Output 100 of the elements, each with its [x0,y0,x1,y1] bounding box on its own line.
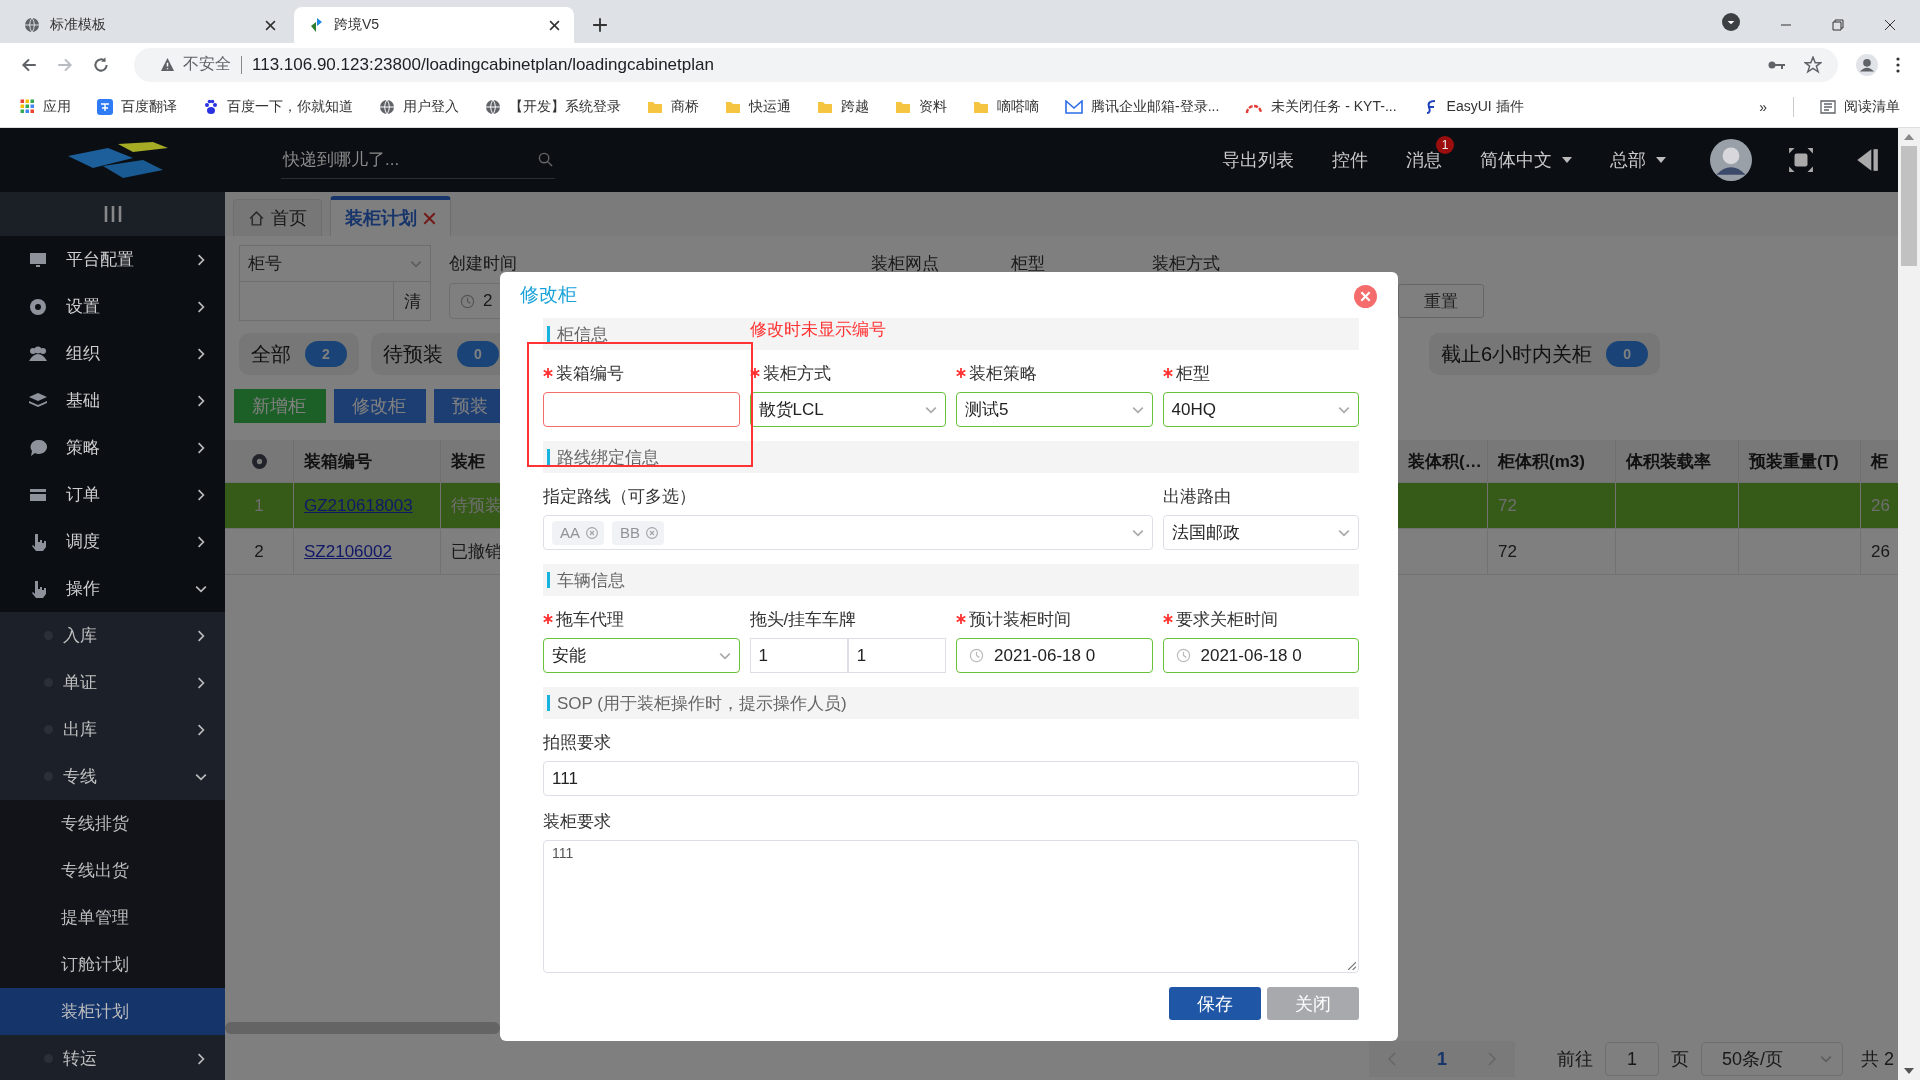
bookmark[interactable]: 商桥 [647,97,699,116]
menu-item[interactable]: 专线出货 [0,847,225,894]
input-field[interactable]: 111 [543,761,1359,796]
menu-item[interactable]: 单证 [0,659,225,706]
bookmark[interactable]: 嘀嗒嘀 [973,97,1039,116]
bookmark[interactable]: 跨越 [817,97,869,116]
menu-item[interactable]: 组织 [0,330,225,377]
restore-icon[interactable] [1832,19,1844,31]
field-label: 拍照要求 [543,731,611,754]
bookmark[interactable]: 【开发】系统登录 [485,97,621,116]
menu-item[interactable]: 专线排货 [0,800,225,847]
status-tab[interactable]: 全部 2 [239,333,359,375]
total-count: 共 2 [1861,1048,1894,1071]
filter-label: 柜型 [1011,252,1046,275]
menu-item[interactable]: 装柜计划 [0,988,225,1035]
search-field[interactable]: 快递到哪儿了... [281,141,555,179]
settings-icon[interactable] [250,452,268,470]
key-icon[interactable] [1768,59,1786,70]
menu-item[interactable]: 策略 [0,424,225,471]
menu-item[interactable]: 操作 [0,565,225,612]
mail-icon [1065,99,1083,114]
close-icon[interactable] [549,19,560,31]
bookmark[interactable]: EasyUI 插件 [1422,97,1524,116]
header-menu-item[interactable]: 控件 [1332,148,1368,172]
logo-icon [308,17,324,33]
dialog-button[interactable]: 保存 [1169,987,1261,1020]
menu-item[interactable]: 订舱计划 [0,941,225,988]
more-bookmarks-button[interactable]: » [1759,98,1767,115]
select-field[interactable]: 安能 [543,638,740,673]
bookmark[interactable]: 腾讯企业邮箱-登录... [1065,97,1220,116]
page-input[interactable]: 1 [1605,1042,1659,1076]
input-field[interactable]: 1 [847,638,946,673]
field-label: 预计装柜时间 [969,608,1071,631]
page-tab[interactable]: 首页 [233,199,322,236]
browser-tab[interactable]: 跨境V5 [294,7,574,43]
date-field[interactable]: 2021-06-18 0 [1162,638,1359,673]
select-field[interactable]: 40HQ [1162,392,1359,427]
menu-item[interactable]: 入库 [0,612,225,659]
menu-item[interactable]: 提单管理 [0,894,225,941]
close-icon[interactable] [265,19,276,31]
select-field[interactable]: 散货LCL [749,392,946,427]
select-field[interactable]: 柜号 [239,245,431,281]
vertical-scrollbar[interactable] [1901,146,1917,266]
status-tab[interactable]: 截止6小时内关柜 0 [1429,333,1661,375]
field-label: 柜型 [1175,362,1210,385]
reload-icon[interactable] [92,55,110,74]
more-menu-icon[interactable] [1896,56,1900,73]
field-label: 拖车代理 [556,608,624,631]
fullscreen-icon[interactable] [1788,147,1814,173]
menu-item[interactable]: 专线 [0,753,225,800]
bookmark[interactable]: 应用 [20,97,71,116]
avatar[interactable] [1710,139,1752,181]
page-label: 页 [1671,1048,1689,1071]
menu-item[interactable]: 出库 [0,706,225,753]
profile-icon[interactable] [1856,53,1878,76]
field-label: 出港路由 [1162,485,1231,508]
security-label: 不安全 [183,54,231,74]
input-field[interactable]: 1 [749,638,848,673]
address-bar[interactable]: 不安全 113.106.90.123:23800/loadingcabinetplan/loadingcabinetplan [134,47,1838,82]
date-field[interactable]: 2021-06-18 0 [956,638,1153,673]
header-menu-item[interactable]: 简体中文 [1480,148,1572,172]
scroll-down-icon[interactable] [1904,1068,1914,1074]
reading-list-button[interactable]: 阅读清单 [1820,97,1900,116]
menu-item[interactable]: 基础 [0,377,225,424]
home-icon [248,209,265,227]
menu-item[interactable]: 调度 [0,518,225,565]
bookmark[interactable]: 用户登入 [379,97,459,116]
textarea-field[interactable]: 111 [543,840,1359,973]
new-tab-icon[interactable] [592,17,608,33]
browser-tab[interactable]: 标准模板 [10,7,290,43]
bookmark[interactable]: 百度翻译 [97,97,177,116]
reset-button[interactable]: 重置 [1398,284,1484,318]
record-link[interactable]: SZ2106002 [304,541,392,562]
count-badge: 0 [1606,341,1649,367]
menu-item[interactable]: 订单 [0,471,225,518]
bookmark[interactable]: 快运通 [725,97,791,116]
select-field[interactable]: 法国邮政 [1162,515,1359,550]
dialog-title: 修改柜 [519,283,577,307]
menu-item[interactable]: 转运 [0,1035,225,1080]
scroll-up-icon[interactable] [1904,134,1914,140]
menu-item[interactable]: 设置 [0,283,225,330]
input-field[interactable] [543,392,740,427]
profile-dropdown-icon[interactable] [1722,13,1740,31]
sidebar-toggle[interactable] [0,192,225,236]
column-header: 体积装载率 [1616,440,1739,482]
textarea-text: 111 [552,845,574,861]
menu-item[interactable]: 平台配置 [0,236,225,283]
bookmark[interactable]: 资料 [895,97,947,116]
horizontal-scrollbar[interactable] [225,1022,500,1034]
page-size-select[interactable]: 50条/页 [1701,1042,1843,1076]
close-icon[interactable] [1884,19,1896,31]
header-menu-item[interactable]: 导出列表 [1222,148,1294,172]
select-field[interactable]: 测试5 [956,392,1153,427]
caret-icon [1656,157,1666,163]
bookmark[interactable]: 百度一下，你就知道 [203,97,353,116]
header-menu-item[interactable]: 总部 [1610,148,1666,172]
resize-grip-icon[interactable] [1347,961,1356,970]
star-icon[interactable] [1804,55,1822,74]
search-icon[interactable] [538,152,553,167]
bookmark[interactable]: 未关闭任务 - KYT-... [1245,97,1397,116]
